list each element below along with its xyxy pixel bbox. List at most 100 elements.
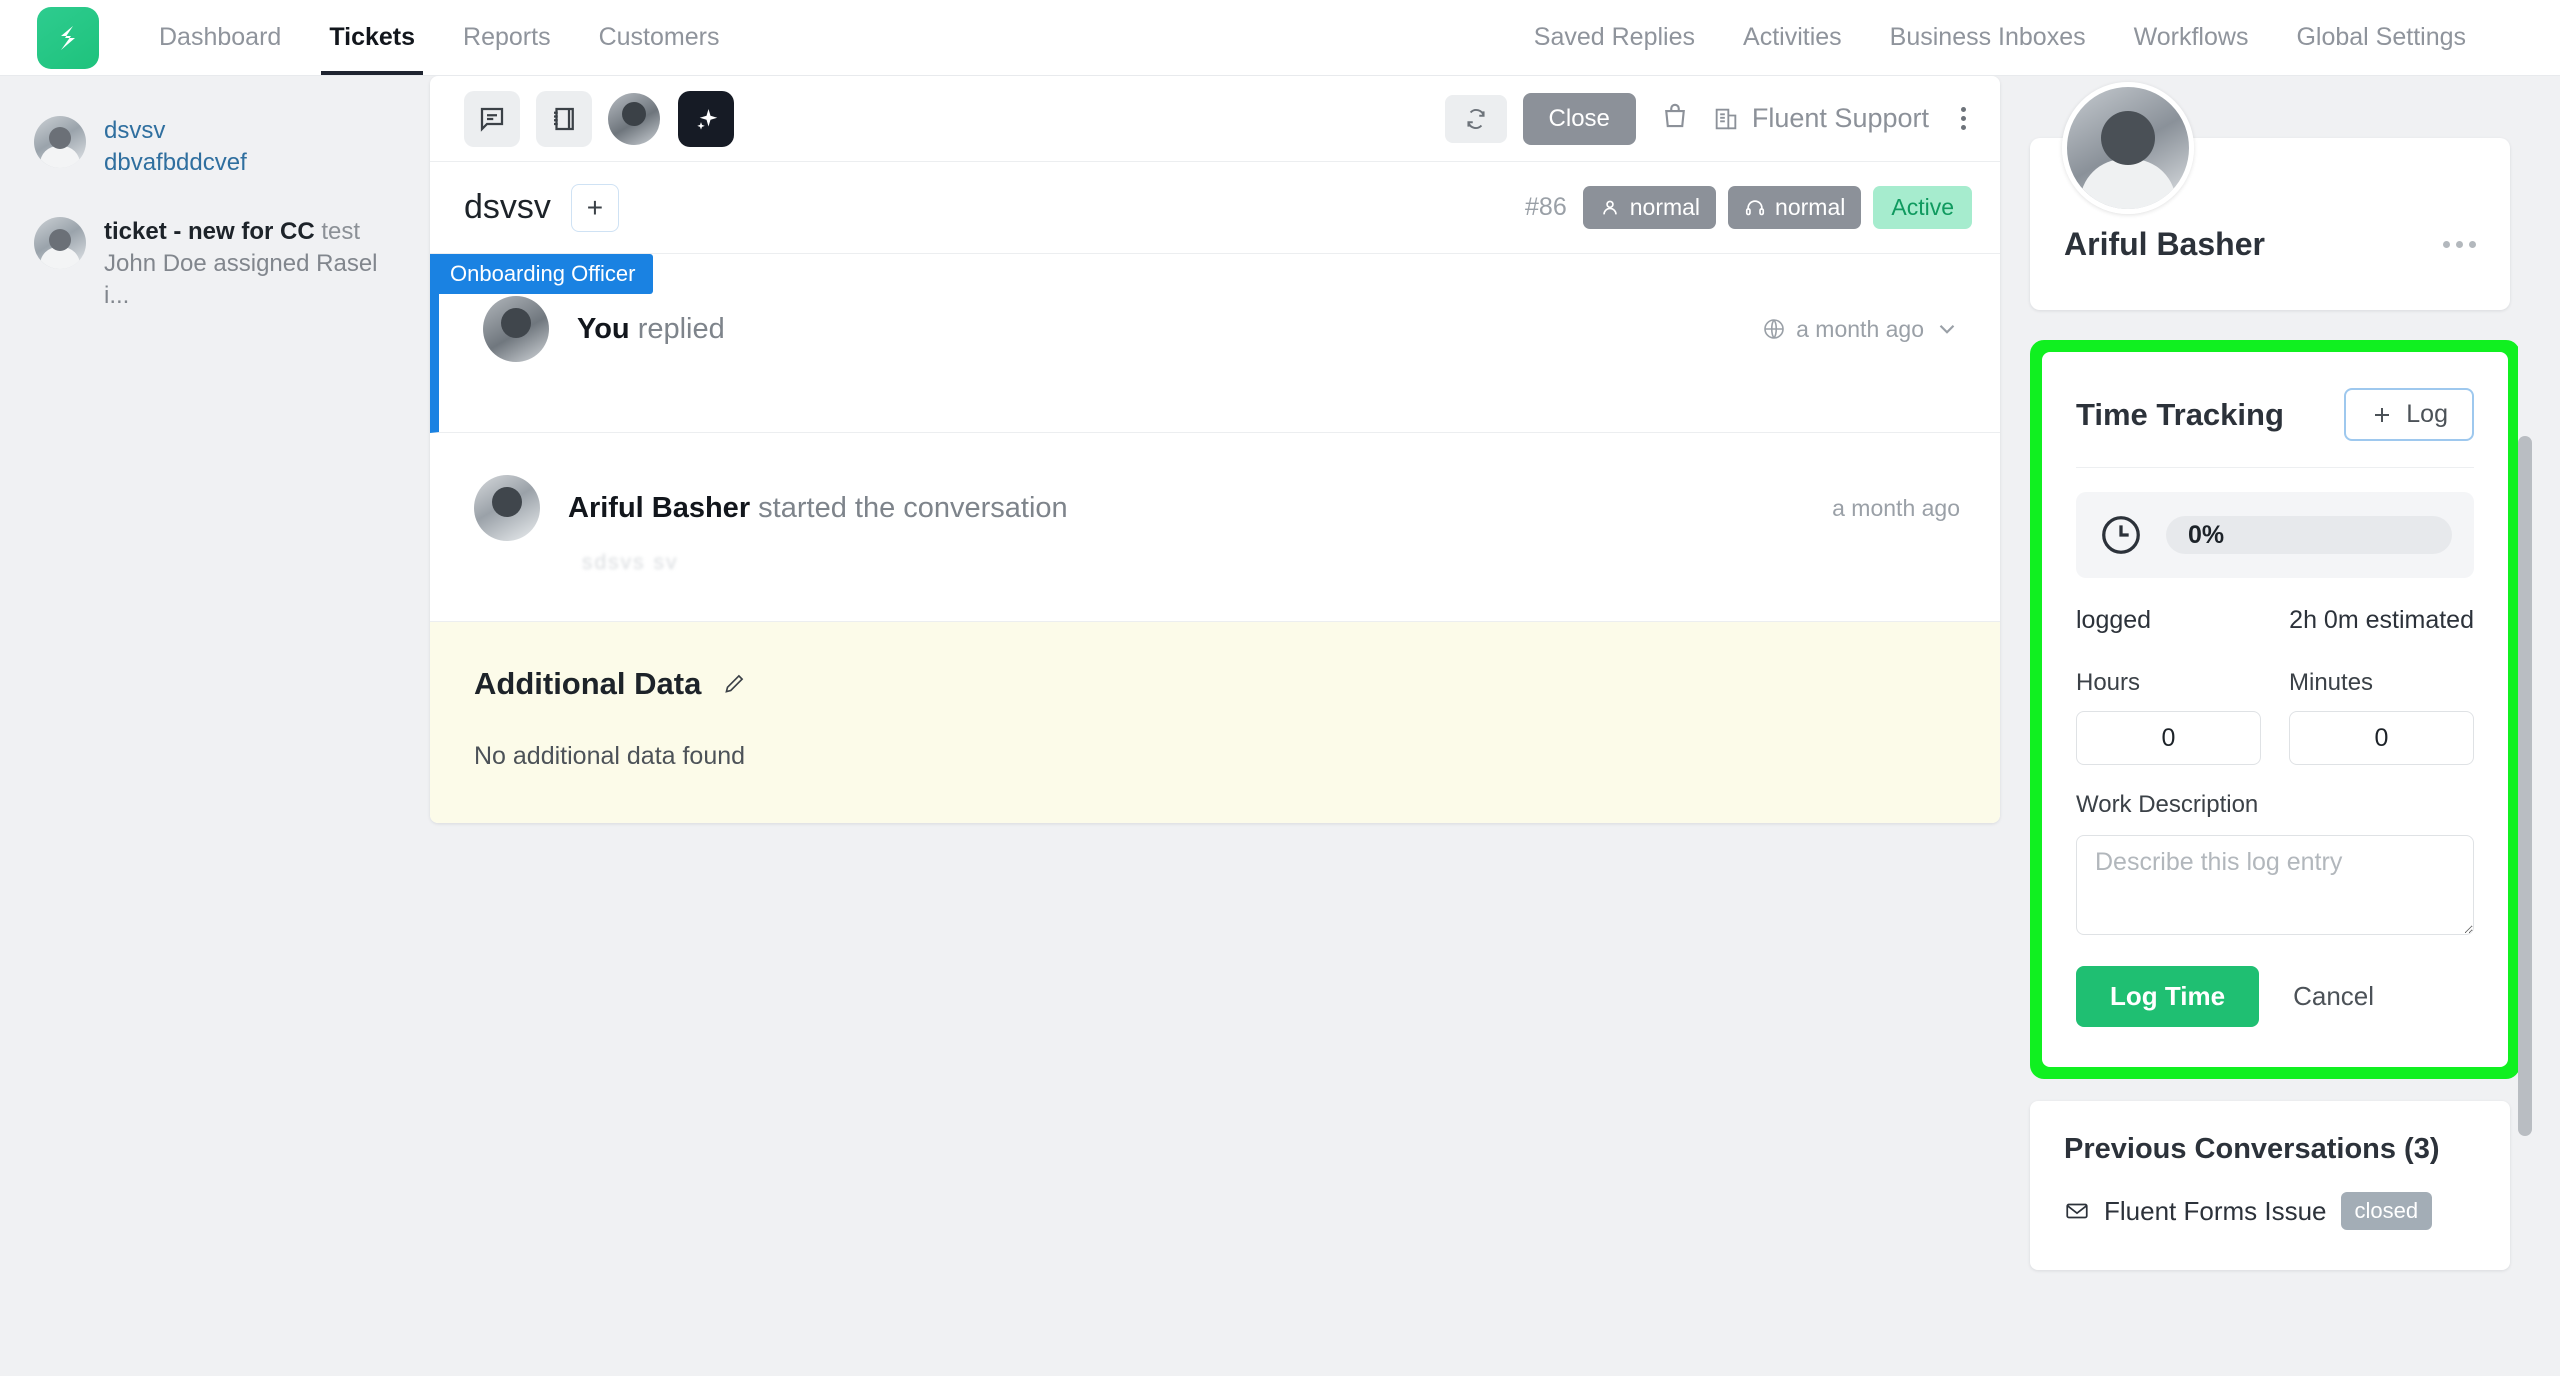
dot bbox=[1961, 125, 1966, 130]
nav-label: Dashboard bbox=[159, 23, 282, 51]
close-button[interactable]: Close bbox=[1522, 92, 1636, 145]
thread-message: Ariful Basher started the conversation a… bbox=[430, 433, 2000, 622]
page-title: dsvsv bbox=[464, 188, 551, 226]
comment-icon[interactable] bbox=[464, 90, 520, 147]
message-header: Ariful Basher started the conversation a… bbox=[430, 433, 2000, 541]
progress-bar: 0% bbox=[2166, 516, 2452, 554]
more-options-icon[interactable] bbox=[2443, 241, 2476, 248]
message-author: You replied bbox=[577, 313, 725, 346]
scrollbar-thumb[interactable] bbox=[2518, 436, 2532, 1136]
nav-item-workflows[interactable]: Workflows bbox=[2110, 0, 2273, 75]
estimated-label: 2h 0m estimated bbox=[2289, 606, 2474, 634]
dot bbox=[1961, 116, 1966, 121]
page-body: dsvsv dbvafbddcvef ticket - new for CC t… bbox=[0, 76, 2560, 1376]
chevron-down-icon[interactable] bbox=[1934, 316, 1960, 342]
customer-name: Ariful Basher bbox=[2064, 226, 2265, 262]
list-item-title-muted: test bbox=[314, 218, 361, 246]
shopping-bag-icon[interactable] bbox=[1660, 101, 1690, 136]
add-tag-button[interactable]: + bbox=[570, 183, 619, 232]
globe-icon bbox=[1764, 319, 1784, 339]
nav-label: Business Inboxes bbox=[1889, 23, 2086, 51]
list-item[interactable]: ticket - new for CC test John Doe assign… bbox=[24, 205, 406, 339]
badge-label: normal bbox=[1629, 194, 1701, 220]
ticket-meta: #86 normal normal Active bbox=[1525, 186, 1972, 229]
notes-icon[interactable] bbox=[536, 90, 592, 147]
list-item[interactable]: dsvsv dbvafbddcvef bbox=[24, 104, 406, 205]
customer-panel: Ariful Basher Time Tracking Log 0% logge… bbox=[2020, 76, 2540, 1376]
building-icon bbox=[1715, 108, 1737, 129]
message-time: a month ago bbox=[1832, 495, 1960, 522]
nav-item-activities[interactable]: Activities bbox=[1719, 0, 1866, 75]
status-badge-state[interactable]: Active bbox=[1873, 186, 1972, 229]
dot bbox=[2443, 241, 2450, 248]
hours-field-group: Hours bbox=[2076, 669, 2261, 765]
message-time[interactable]: a month ago bbox=[1762, 316, 1960, 343]
nav-item-saved-replies[interactable]: Saved Replies bbox=[1510, 0, 1719, 75]
nav-label: Tickets bbox=[329, 23, 416, 51]
app-logo[interactable] bbox=[0, 0, 135, 75]
inbox-name[interactable]: Fluent Support bbox=[1712, 103, 1929, 134]
list-item-title: dsvsv bbox=[104, 117, 166, 144]
dot bbox=[1961, 107, 1966, 112]
list-item-title: ticket - new for CC test bbox=[104, 217, 396, 248]
list-item-subtitle: dbvafbddcvef bbox=[104, 148, 247, 176]
agent-avatar[interactable] bbox=[608, 92, 660, 145]
time-tracking-highlight: Time Tracking Log 0% logged 2h 0m estima… bbox=[2030, 340, 2520, 1079]
ticket-title-row: dsvsv + #86 normal normal Active bbox=[430, 162, 2000, 254]
ticket-card: Close Fluent Support dsvsv + #86 normal … bbox=[430, 76, 2000, 823]
ticket-id: #86 bbox=[1525, 193, 1567, 221]
status-badge: closed bbox=[2340, 1192, 2433, 1230]
status-badge-support[interactable]: normal bbox=[1728, 186, 1862, 229]
add-log-label: Log bbox=[2406, 400, 2448, 428]
hours-input[interactable] bbox=[2076, 711, 2261, 765]
cancel-button[interactable]: Cancel bbox=[2293, 981, 2374, 1012]
notes-glyph bbox=[554, 107, 574, 130]
refresh-icon[interactable] bbox=[1444, 94, 1507, 143]
section-title: Time Tracking bbox=[2076, 396, 2284, 432]
logo-glyph bbox=[60, 25, 75, 50]
add-log-button[interactable]: Log bbox=[2344, 388, 2474, 441]
progress-percent: 0% bbox=[2188, 520, 2225, 549]
author-name: Ariful Basher bbox=[568, 491, 751, 524]
work-description-input[interactable] bbox=[2076, 835, 2474, 935]
nav-item-global-settings[interactable]: Global Settings bbox=[2272, 0, 2490, 75]
nav-label: Saved Replies bbox=[1533, 23, 1696, 51]
more-options-icon[interactable] bbox=[1955, 101, 1972, 136]
inbox-name-label: Fluent Support bbox=[1751, 103, 1929, 133]
nav-label: Customers bbox=[598, 23, 720, 51]
nav-item-business-inboxes[interactable]: Business Inboxes bbox=[1866, 0, 2110, 75]
minutes-input[interactable] bbox=[2289, 711, 2474, 765]
list-item[interactable]: Fluent Forms Issue closed bbox=[2064, 1192, 2476, 1230]
status-badge-priority[interactable]: normal bbox=[1582, 186, 1717, 229]
message-text: sdsvs sv bbox=[582, 551, 679, 574]
message-body: sdsvs sv bbox=[430, 541, 2000, 621]
conversation-sidebar: dsvsv dbvafbddcvef ticket - new for CC t… bbox=[0, 76, 430, 1376]
form-actions: Log Time Cancel bbox=[2076, 966, 2474, 1027]
avatar bbox=[474, 475, 540, 541]
additional-data-empty: No additional data found bbox=[474, 742, 746, 770]
previous-conversations-card: Previous Conversations (3) Fluent Forms … bbox=[2030, 1101, 2510, 1270]
ticket-toolbar: Close Fluent Support bbox=[430, 76, 2000, 162]
author-name: You bbox=[577, 312, 630, 345]
time-progress: 0% bbox=[2076, 492, 2474, 578]
hours-label: Hours bbox=[2076, 669, 2141, 696]
nav-item-customers[interactable]: Customers bbox=[575, 0, 744, 75]
pencil-icon[interactable] bbox=[721, 671, 747, 697]
log-time-button[interactable]: Log Time bbox=[2076, 966, 2260, 1027]
log-time-form: Hours Minutes Work Description Log bbox=[2076, 669, 2474, 1027]
role-tag: Onboarding Officer bbox=[430, 254, 654, 294]
badge-label: Active bbox=[1891, 194, 1954, 220]
time-inputs-row: Hours Minutes bbox=[2076, 669, 2474, 765]
time-label: a month ago bbox=[1832, 494, 1960, 521]
page-scrollbar[interactable] bbox=[2518, 156, 2532, 1256]
ai-sparkle-icon[interactable] bbox=[678, 90, 734, 147]
nav-item-dashboard[interactable]: Dashboard bbox=[135, 0, 305, 75]
avatar bbox=[2062, 82, 2194, 214]
nav-item-reports[interactable]: Reports bbox=[439, 0, 575, 75]
top-navigation: Dashboard Tickets Reports Customers Save… bbox=[0, 0, 2560, 76]
clock-icon bbox=[2102, 516, 2140, 554]
nav-item-tickets[interactable]: Tickets bbox=[305, 0, 439, 75]
conversation-label: Fluent Forms Issue bbox=[2104, 1195, 2327, 1226]
profile-row: Ariful Basher bbox=[2064, 226, 2476, 263]
sparkle-glyph bbox=[697, 108, 718, 130]
